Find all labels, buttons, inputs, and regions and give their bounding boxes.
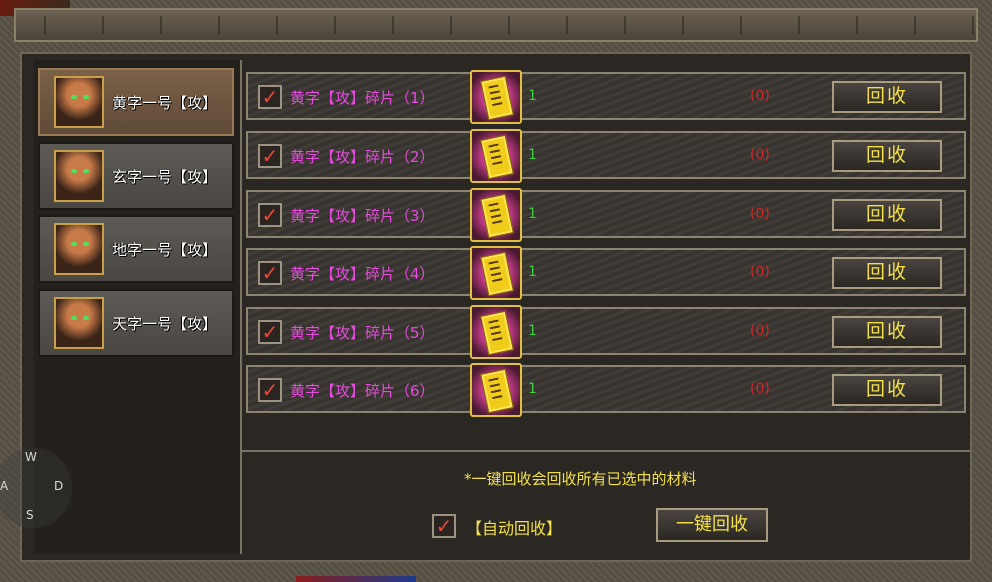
yellow-scroll-icon[interactable]	[470, 129, 522, 183]
item-checkbox[interactable]: ✓	[258, 203, 282, 227]
one-key-recycle-button[interactable]: 一键回收	[656, 508, 768, 542]
auto-recycle-label: 【自动回收】	[466, 519, 563, 538]
item-row-4: ✓ 黄字【攻】碎片（4） 1 (0) 回收	[246, 246, 966, 300]
checkmark-icon: ✓	[261, 261, 279, 285]
recycle-button[interactable]: 回收	[832, 81, 942, 113]
panel-divider	[240, 60, 242, 554]
yellow-scroll-icon[interactable]	[470, 363, 522, 417]
bottom-accent-bar	[296, 576, 416, 582]
checkmark-icon: ✓	[435, 514, 453, 538]
warrior-avatar-icon	[54, 297, 104, 349]
footer-divider	[242, 450, 970, 452]
owned-count: (0)	[750, 206, 770, 222]
item-checkbox[interactable]: ✓	[258, 320, 282, 344]
checkmark-icon: ✓	[261, 378, 279, 402]
item-count: 1	[528, 206, 537, 222]
scroll-graphic	[480, 193, 514, 239]
item-count: 1	[528, 264, 537, 280]
key-d-label: D	[54, 479, 64, 493]
scroll-graphic	[480, 310, 514, 356]
item-count: 1	[528, 88, 537, 104]
item-row-5: ✓ 黄字【攻】碎片（5） 1 (0) 回收	[246, 305, 966, 359]
warrior-avatar-icon	[54, 150, 104, 202]
item-row-1: ✓ 黄字【攻】碎片（1） 1 (0) 回收	[246, 70, 966, 124]
item-row-6: ✓ 黄字【攻】碎片（6） 1 (0) 回收	[246, 363, 966, 417]
item-name: 黄字【攻】碎片（3）	[290, 207, 435, 225]
checkmark-icon: ✓	[261, 320, 279, 344]
item-name: 黄字【攻】碎片（5）	[290, 324, 435, 342]
title-banner	[14, 8, 978, 42]
checkmark-icon: ✓	[261, 203, 279, 227]
character-tab-2[interactable]: 玄字一号【攻】	[38, 142, 234, 210]
item-checkbox[interactable]: ✓	[258, 85, 282, 109]
scroll-graphic	[480, 75, 514, 121]
recycle-note: *一键回收会回收所有已选中的材料	[464, 470, 697, 488]
recycle-button[interactable]: 回收	[832, 140, 942, 172]
warrior-avatar-icon	[54, 223, 104, 275]
character-name: 黄字一号【攻】	[112, 94, 218, 112]
key-a-label: A	[0, 479, 9, 493]
character-name: 地字一号【攻】	[112, 241, 218, 259]
character-tab-1[interactable]: 黄字一号【攻】	[38, 68, 234, 136]
owned-count: (0)	[750, 264, 770, 280]
owned-count: (0)	[750, 88, 770, 104]
owned-count: (0)	[750, 381, 770, 397]
item-checkbox[interactable]: ✓	[258, 378, 282, 402]
item-checkbox[interactable]: ✓	[258, 261, 282, 285]
item-count: 1	[528, 323, 537, 339]
yellow-scroll-icon[interactable]	[470, 70, 522, 124]
recycle-button[interactable]: 回收	[832, 199, 942, 231]
item-count: 1	[528, 381, 537, 397]
owned-count: (0)	[750, 323, 770, 339]
recycle-button[interactable]: 回收	[832, 374, 942, 406]
item-name: 黄字【攻】碎片（4）	[290, 265, 435, 283]
item-name: 黄字【攻】碎片（6）	[290, 382, 435, 400]
scroll-graphic	[480, 368, 514, 414]
item-checkbox[interactable]: ✓	[258, 144, 282, 168]
key-w-label: W	[25, 450, 37, 464]
character-name: 玄字一号【攻】	[112, 168, 218, 186]
key-s-label: S	[26, 508, 34, 522]
character-name: 天字一号【攻】	[112, 315, 218, 333]
character-tab-3[interactable]: 地字一号【攻】	[38, 215, 234, 283]
item-row-2: ✓ 黄字【攻】碎片（2） 1 (0) 回收	[246, 129, 966, 183]
recycle-button[interactable]: 回收	[832, 316, 942, 348]
item-name: 黄字【攻】碎片（1）	[290, 89, 435, 107]
yellow-scroll-icon[interactable]	[470, 188, 522, 242]
warrior-avatar-icon	[54, 76, 104, 128]
banner-pattern	[16, 16, 976, 34]
item-name: 黄字【攻】碎片（2）	[290, 148, 435, 166]
auto-recycle-checkbox[interactable]: ✓	[432, 514, 456, 538]
yellow-scroll-icon[interactable]	[470, 246, 522, 300]
checkmark-icon: ✓	[261, 144, 279, 168]
scroll-graphic	[480, 134, 514, 180]
owned-count: (0)	[750, 147, 770, 163]
checkmark-icon: ✓	[261, 85, 279, 109]
item-count: 1	[528, 147, 537, 163]
character-tab-4[interactable]: 天字一号【攻】	[38, 289, 234, 357]
yellow-scroll-icon[interactable]	[470, 305, 522, 359]
item-row-3: ✓ 黄字【攻】碎片（3） 1 (0) 回收	[246, 188, 966, 242]
scroll-graphic	[480, 251, 514, 297]
recycle-button[interactable]: 回收	[832, 257, 942, 289]
